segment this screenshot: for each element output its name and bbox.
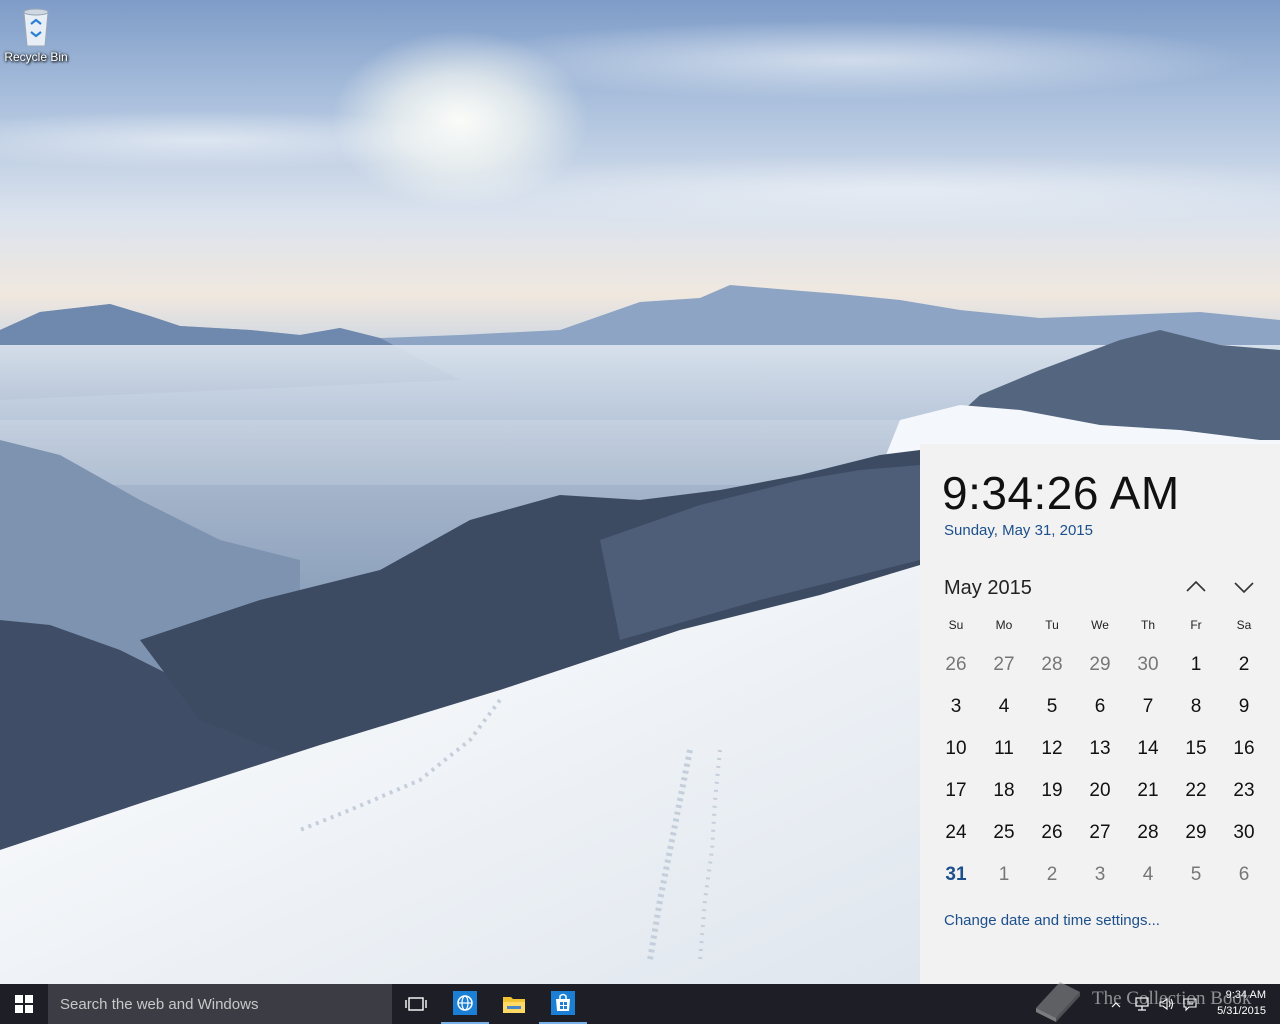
previous-month-button[interactable] — [1184, 575, 1208, 599]
calendar-day[interactable]: 4 — [980, 686, 1028, 728]
book-logo-icon — [1036, 982, 1080, 1022]
current-date[interactable]: Sunday, May 31, 2015 — [944, 522, 1093, 539]
calendar-day[interactable]: 2 — [1028, 854, 1076, 896]
calendar-day-today[interactable]: 31 — [932, 854, 980, 896]
calendar-day[interactable]: 30 — [1124, 644, 1172, 686]
calendar-day[interactable]: 11 — [980, 728, 1028, 770]
chevron-down-icon — [1234, 582, 1254, 594]
day-of-week: Su — [948, 618, 964, 632]
calendar-day[interactable]: 3 — [932, 686, 980, 728]
day-of-week: Mo — [995, 618, 1013, 632]
internet-explorer-button[interactable] — [441, 984, 489, 1024]
calendar-day[interactable]: 13 — [1076, 728, 1124, 770]
chevron-up-icon — [1186, 580, 1206, 592]
calendar-day[interactable]: 9 — [1220, 686, 1268, 728]
search-box[interactable]: Search the web and Windows — [48, 984, 392, 1024]
calendar-day[interactable]: 5 — [1172, 854, 1220, 896]
calendar-grid: 26 27 28 29 30 1 2 3 4 5 6 7 8 9 10 11 1… — [932, 644, 1268, 896]
calendar-day[interactable]: 26 — [932, 644, 980, 686]
calendar-week: 31 1 2 3 4 5 6 — [932, 854, 1268, 896]
day-of-week: We — [1091, 618, 1109, 632]
watermark: The Collection Book — [1030, 978, 1270, 1024]
calendar-day[interactable]: 4 — [1124, 854, 1172, 896]
watermark-text: The Collection Book — [1092, 988, 1252, 1009]
start-button[interactable] — [0, 984, 48, 1024]
task-view-icon — [405, 997, 427, 1011]
calendar-day[interactable]: 22 — [1172, 770, 1220, 812]
calendar-day[interactable]: 5 — [1028, 686, 1076, 728]
day-of-week: Sa — [1236, 618, 1252, 632]
calendar-day[interactable]: 2 — [1220, 644, 1268, 686]
clock-calendar-flyout: 9:34:26 AM Sunday, May 31, 2015 May 2015… — [920, 444, 1280, 984]
internet-explorer-icon — [453, 991, 477, 1015]
calendar-day[interactable]: 7 — [1124, 686, 1172, 728]
calendar-day[interactable]: 23 — [1220, 770, 1268, 812]
search-placeholder: Search the web and Windows — [60, 996, 259, 1013]
calendar-week: 17 18 19 20 21 22 23 — [932, 770, 1268, 812]
current-time: 9:34:26 AM — [942, 467, 1180, 519]
calendar-day[interactable]: 26 — [1028, 812, 1076, 854]
calendar-day[interactable]: 15 — [1172, 728, 1220, 770]
store-button[interactable] — [539, 984, 587, 1024]
calendar-week: 26 27 28 29 30 1 2 — [932, 644, 1268, 686]
calendar-day[interactable]: 27 — [980, 644, 1028, 686]
calendar-day[interactable]: 14 — [1124, 728, 1172, 770]
calendar-day[interactable]: 28 — [1028, 644, 1076, 686]
day-of-week: Fr — [1190, 618, 1202, 632]
days-of-week-header: Su Mo Tu We Th Fr Sa — [932, 618, 1268, 632]
recycle-bin[interactable]: Recycle Bin — [2, 6, 70, 64]
windows-logo-icon — [15, 995, 33, 1013]
calendar-month-label[interactable]: May 2015 — [944, 577, 1032, 600]
calendar-day[interactable]: 24 — [932, 812, 980, 854]
calendar-week: 3 4 5 6 7 8 9 — [932, 686, 1268, 728]
calendar-day[interactable]: 10 — [932, 728, 980, 770]
calendar-day[interactable]: 30 — [1220, 812, 1268, 854]
file-explorer-button[interactable] — [490, 984, 538, 1024]
calendar-day[interactable]: 1 — [1172, 644, 1220, 686]
calendar-day[interactable]: 16 — [1220, 728, 1268, 770]
change-date-time-settings-link[interactable]: Change date and time settings... — [944, 912, 1160, 929]
calendar-day[interactable]: 6 — [1076, 686, 1124, 728]
next-month-button[interactable] — [1232, 575, 1256, 599]
day-of-week: Tu — [1045, 618, 1059, 632]
calendar-day[interactable]: 8 — [1172, 686, 1220, 728]
calendar-day[interactable]: 27 — [1076, 812, 1124, 854]
calendar-day[interactable]: 17 — [932, 770, 980, 812]
task-view-button[interactable] — [392, 984, 440, 1024]
store-icon — [551, 991, 575, 1015]
calendar-day[interactable]: 29 — [1076, 644, 1124, 686]
calendar-day[interactable]: 21 — [1124, 770, 1172, 812]
calendar-day[interactable]: 28 — [1124, 812, 1172, 854]
calendar-day[interactable]: 25 — [980, 812, 1028, 854]
file-explorer-icon — [503, 997, 525, 1013]
recycle-bin-label: Recycle Bin — [4, 50, 68, 64]
calendar-week: 24 25 26 27 28 29 30 — [932, 812, 1268, 854]
calendar-week: 10 11 12 13 14 15 16 — [932, 728, 1268, 770]
calendar-day[interactable]: 3 — [1076, 854, 1124, 896]
day-of-week: Th — [1140, 618, 1155, 632]
calendar-day[interactable]: 12 — [1028, 728, 1076, 770]
calendar-day[interactable]: 29 — [1172, 812, 1220, 854]
calendar-day[interactable]: 20 — [1076, 770, 1124, 812]
calendar-day[interactable]: 19 — [1028, 770, 1076, 812]
calendar-day[interactable]: 1 — [980, 854, 1028, 896]
recycle-bin-icon — [19, 6, 53, 48]
calendar-day[interactable]: 18 — [980, 770, 1028, 812]
calendar-day[interactable]: 6 — [1220, 854, 1268, 896]
